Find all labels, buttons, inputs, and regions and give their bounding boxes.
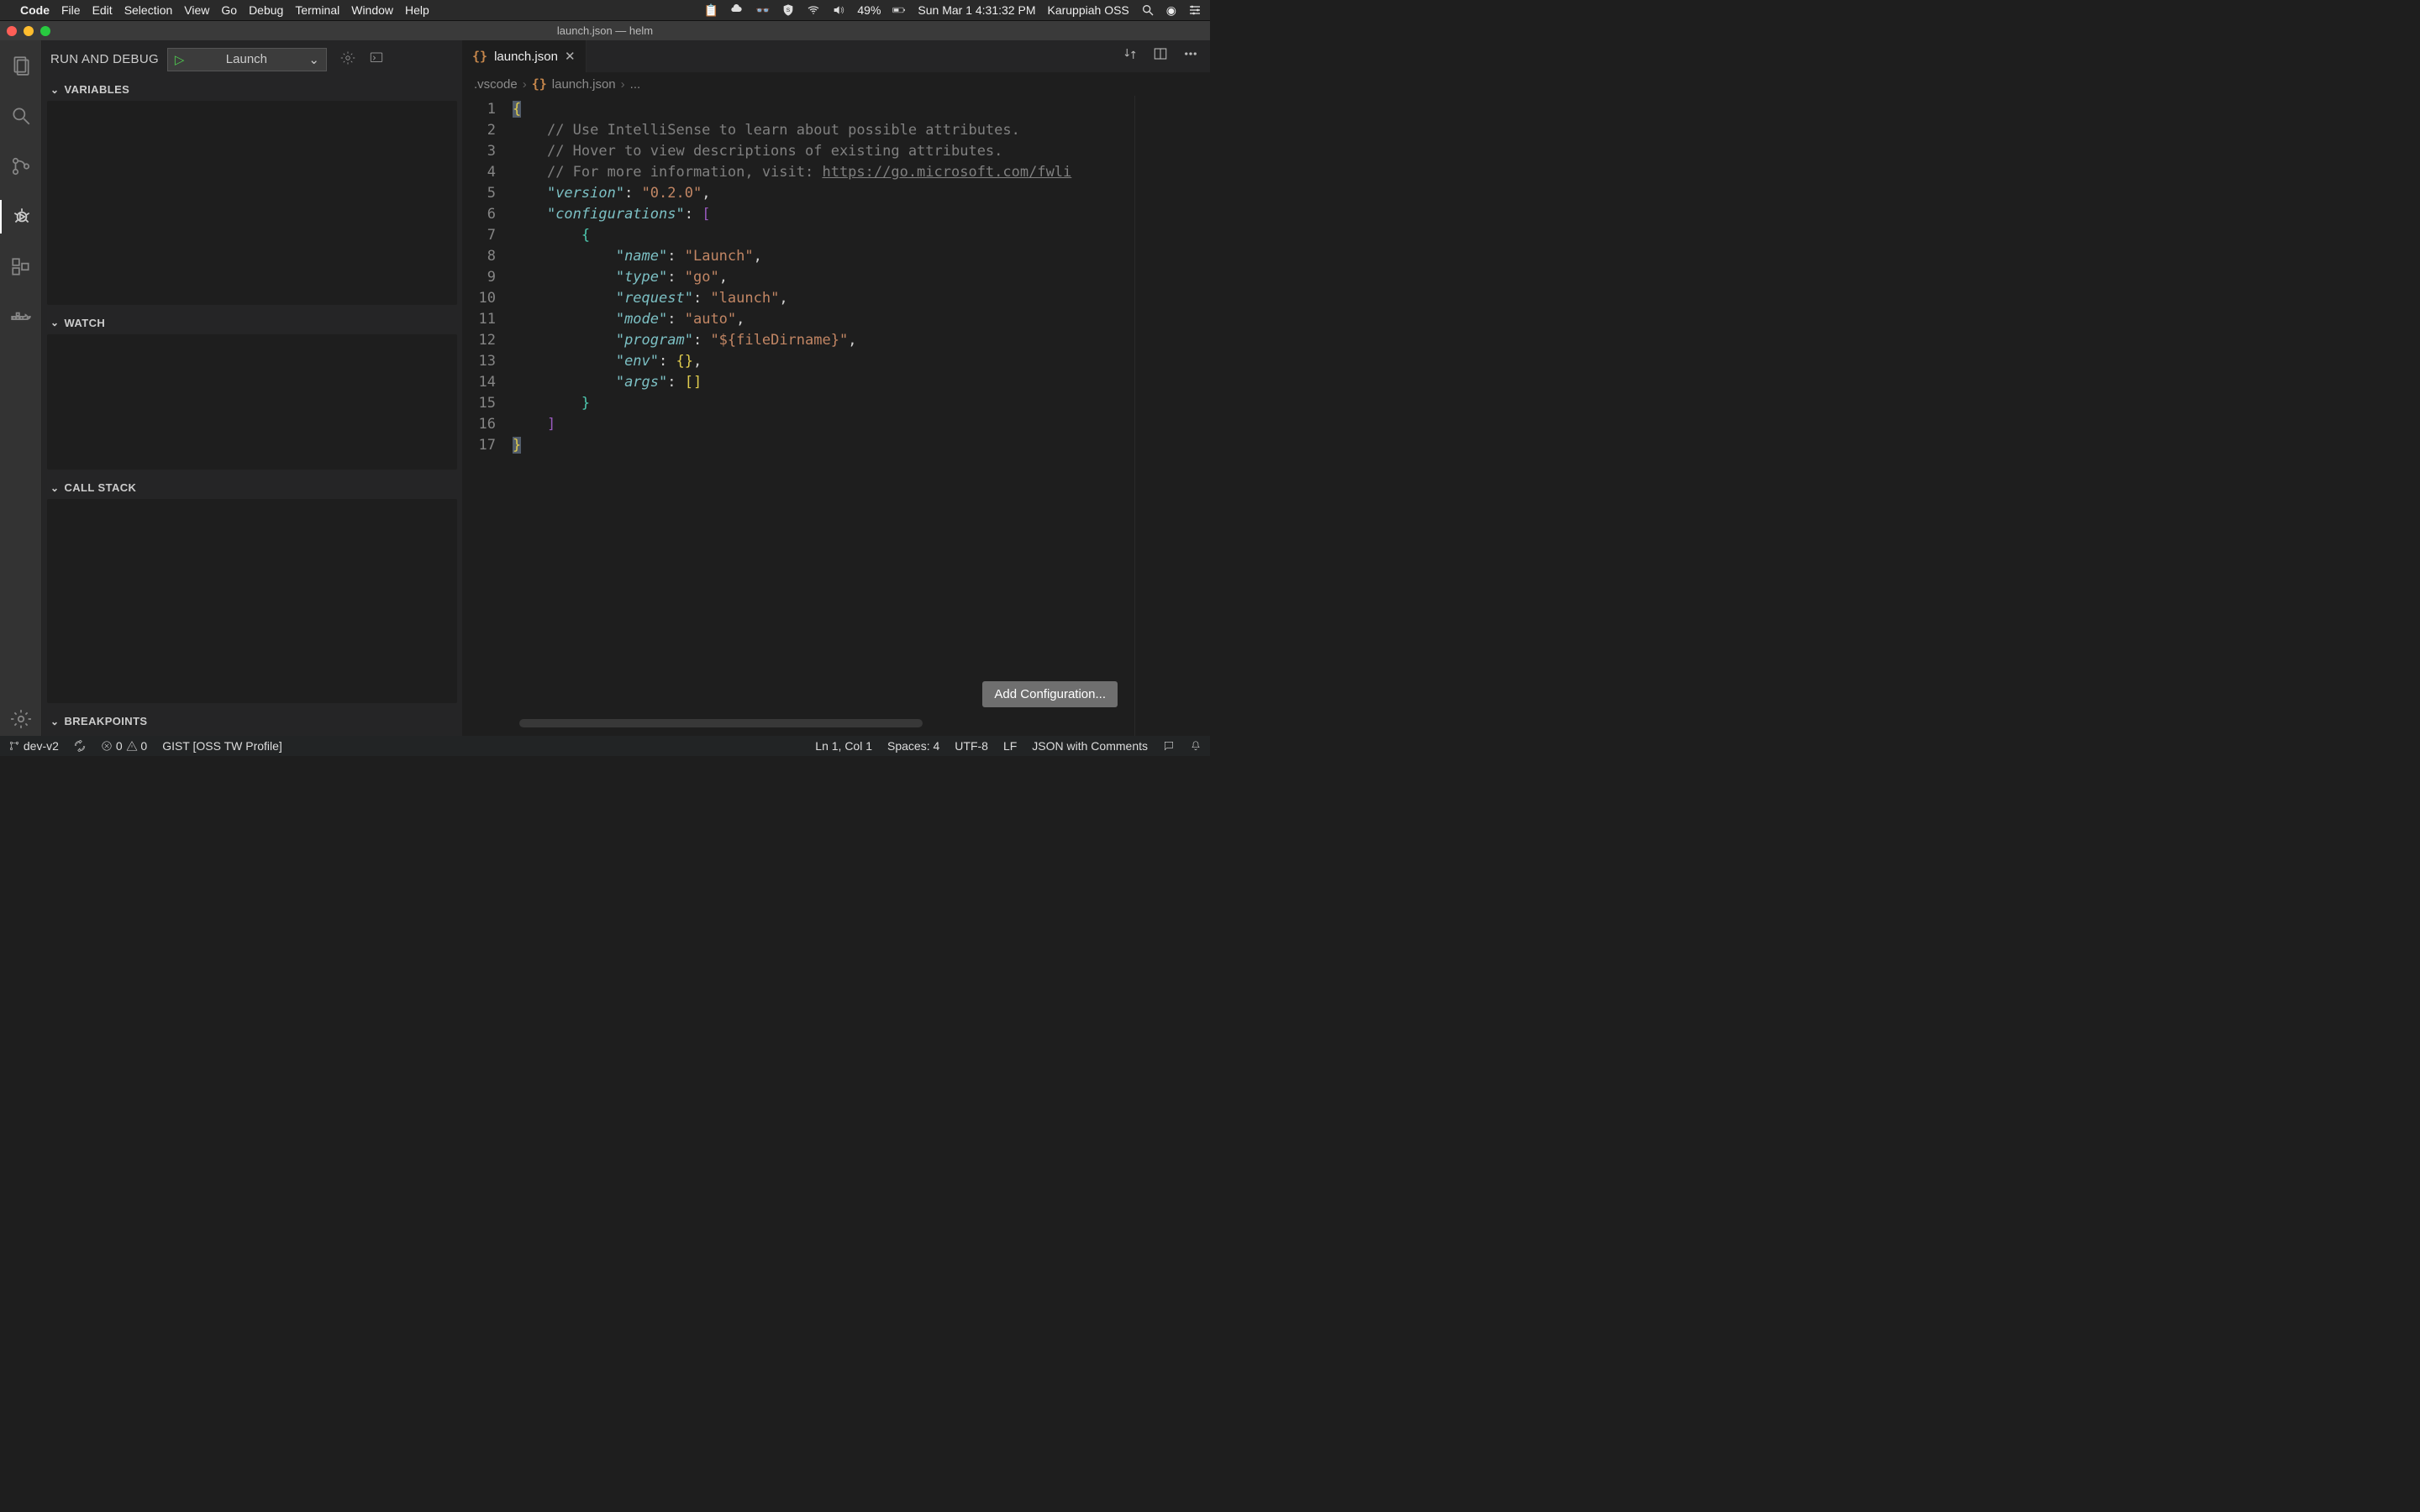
profile-item[interactable]: GIST [OSS TW Profile] [162,739,282,753]
window-title: launch.json — helm [557,24,653,37]
indentation-item[interactable]: Spaces: 4 [887,739,939,753]
json-file-icon: {} [472,49,487,64]
menu-edit[interactable]: Edit [92,3,113,17]
chevron-down-icon: ⌄ [50,482,59,494]
traffic-lights [7,26,50,36]
window-titlebar: launch.json — helm [0,20,1210,40]
more-actions-icon[interactable] [1183,46,1198,66]
tab-launch-json[interactable]: {} launch.json ✕ [462,40,587,72]
extensions-icon[interactable] [0,250,42,284]
encoding-item[interactable]: UTF-8 [955,739,988,753]
clock[interactable]: Sun Mar 1 4:31:32 PM [918,3,1035,17]
chevron-down-icon: ⌄ [50,84,59,96]
open-launch-json-icon[interactable] [340,50,355,69]
menubar-tracking-icon[interactable]: 👓 [755,3,770,18]
code-editor[interactable]: 1234567891011121314151617 { // Use Intel… [462,96,1210,736]
menu-window[interactable]: Window [351,3,393,17]
section-callstack-header[interactable]: ⌄CALL STACK [42,476,462,499]
docker-icon[interactable] [0,301,42,334]
svg-text:S: S [786,8,791,13]
wifi-icon[interactable] [807,3,820,17]
language-mode-item[interactable]: JSON with Comments [1032,739,1148,753]
json-file-icon: {} [532,76,547,92]
window-maximize-button[interactable] [40,26,50,36]
source-control-icon[interactable] [0,150,42,183]
tabbar: {} launch.json ✕ [462,40,1210,72]
section-variables-header[interactable]: ⌄VARIABLES [42,78,462,101]
menu-selection[interactable]: Selection [124,3,173,17]
menu-terminal[interactable]: Terminal [295,3,339,17]
split-editor-icon[interactable] [1153,46,1168,66]
battery-icon[interactable] [892,3,906,17]
control-center-icon[interactable] [1188,3,1202,17]
debug-sidebar: RUN AND DEBUG ▷ Launch ⌄ ⌄VARIABLES ⌄WAT… [42,40,462,736]
debug-console-icon[interactable] [369,50,384,69]
eol-item[interactable]: LF [1003,739,1017,753]
chevron-down-icon: ⌄ [50,317,59,328]
search-icon[interactable] [0,99,42,133]
debug-config-select[interactable]: ▷ Launch ⌄ [167,48,327,71]
compare-changes-icon[interactable] [1123,46,1138,66]
cursor-position-item[interactable]: Ln 1, Col 1 [815,739,872,753]
statusbar: dev-v2 0 0 GIST [OSS TW Profile] Ln 1, C… [0,736,1210,756]
window-minimize-button[interactable] [24,26,34,36]
line-number-gutter: 1234567891011121314151617 [462,96,513,736]
horizontal-scrollbar[interactable] [519,719,923,727]
breadcrumbs[interactable]: .vscode › {} launch.json › ... [462,72,1210,96]
tab-label: launch.json [494,50,558,64]
code-content[interactable]: { // Use IntelliSense to learn about pos… [513,96,1071,736]
breadcrumb-file[interactable]: launch.json [552,77,616,92]
chevron-down-icon: ⌄ [50,716,59,727]
menubar-notes-icon[interactable]: 📋 [704,3,718,18]
breadcrumb-folder[interactable]: .vscode [474,77,518,92]
volume-icon[interactable] [832,3,845,17]
user-name[interactable]: Karuppiah OSS [1047,3,1128,17]
menubar-shield-icon[interactable]: S [781,3,795,17]
sync-icon[interactable] [74,739,86,753]
chevron-right-icon: › [523,77,527,92]
section-breakpoints-header[interactable]: ⌄BREAKPOINTS [42,710,462,732]
chevron-right-icon: › [621,77,625,92]
git-branch-item[interactable]: dev-v2 [8,739,59,753]
siri-icon[interactable]: ◉ [1166,3,1176,18]
section-callstack [47,499,457,703]
menubar-cloud-icon[interactable] [730,3,744,17]
editor-group: {} launch.json ✕ .vscode › {} launch.jso… [462,40,1210,736]
window-close-button[interactable] [7,26,17,36]
app-name[interactable]: Code [20,3,50,17]
settings-gear-icon[interactable] [0,702,42,736]
minimap[interactable] [1134,96,1210,736]
breadcrumb-tail[interactable]: ... [630,77,641,92]
battery-percent[interactable]: 49% [857,3,881,17]
close-icon[interactable]: ✕ [565,49,576,64]
menu-debug[interactable]: Debug [249,3,283,17]
menu-file[interactable]: File [61,3,81,17]
menu-view[interactable]: View [184,3,209,17]
menu-go[interactable]: Go [221,3,237,17]
chevron-down-icon[interactable]: ⌄ [308,52,319,67]
debug-config-name: Launch [226,52,267,66]
start-debug-icon[interactable]: ▷ [175,52,185,67]
section-watch [47,334,457,470]
sidebar-header: RUN AND DEBUG ▷ Launch ⌄ [42,40,462,78]
feedback-icon[interactable] [1163,739,1175,753]
macos-menubar: Code File Edit Selection View Go Debug Termina… [0,0,1210,20]
section-variables [47,101,457,305]
problems-item[interactable]: 0 0 [101,739,147,753]
section-watch-header[interactable]: ⌄WATCH [42,312,462,334]
activity-bar [0,40,42,736]
explorer-icon[interactable] [0,49,42,82]
notifications-icon[interactable] [1190,739,1202,753]
add-configuration-button[interactable]: Add Configuration... [982,681,1118,707]
spotlight-icon[interactable] [1141,3,1155,17]
sidebar-title: RUN AND DEBUG [50,52,159,66]
run-debug-icon[interactable] [0,200,42,234]
menu-help[interactable]: Help [405,3,429,17]
